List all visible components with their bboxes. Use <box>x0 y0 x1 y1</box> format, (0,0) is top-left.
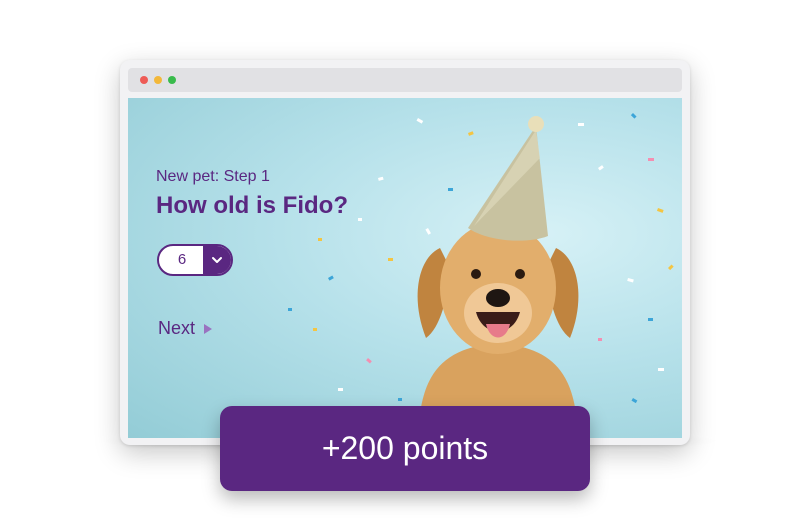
age-select-value: 6 <box>177 251 187 268</box>
minimize-window-dot[interactable] <box>154 76 162 84</box>
step-label: New pet: Step 1 <box>156 168 270 185</box>
window-titlebar <box>128 68 682 92</box>
chevron-down-icon[interactable] <box>203 246 231 274</box>
form-header: New pet: Step 1 How old is Fido? <box>156 168 348 220</box>
question-title: How old is Fido? <box>156 192 348 219</box>
points-badge: +200 points <box>220 406 590 491</box>
next-label: Next <box>158 318 196 338</box>
close-window-dot[interactable] <box>140 76 148 84</box>
browser-window: New pet: Step 1 How old is Fido? 6 Next <box>120 60 690 445</box>
age-select[interactable]: 6 <box>157 244 233 276</box>
page-viewport: New pet: Step 1 How old is Fido? 6 Next <box>128 98 682 438</box>
next-button[interactable]: Next <box>158 318 213 339</box>
play-arrow-icon <box>204 324 213 334</box>
maximize-window-dot[interactable] <box>168 76 176 84</box>
